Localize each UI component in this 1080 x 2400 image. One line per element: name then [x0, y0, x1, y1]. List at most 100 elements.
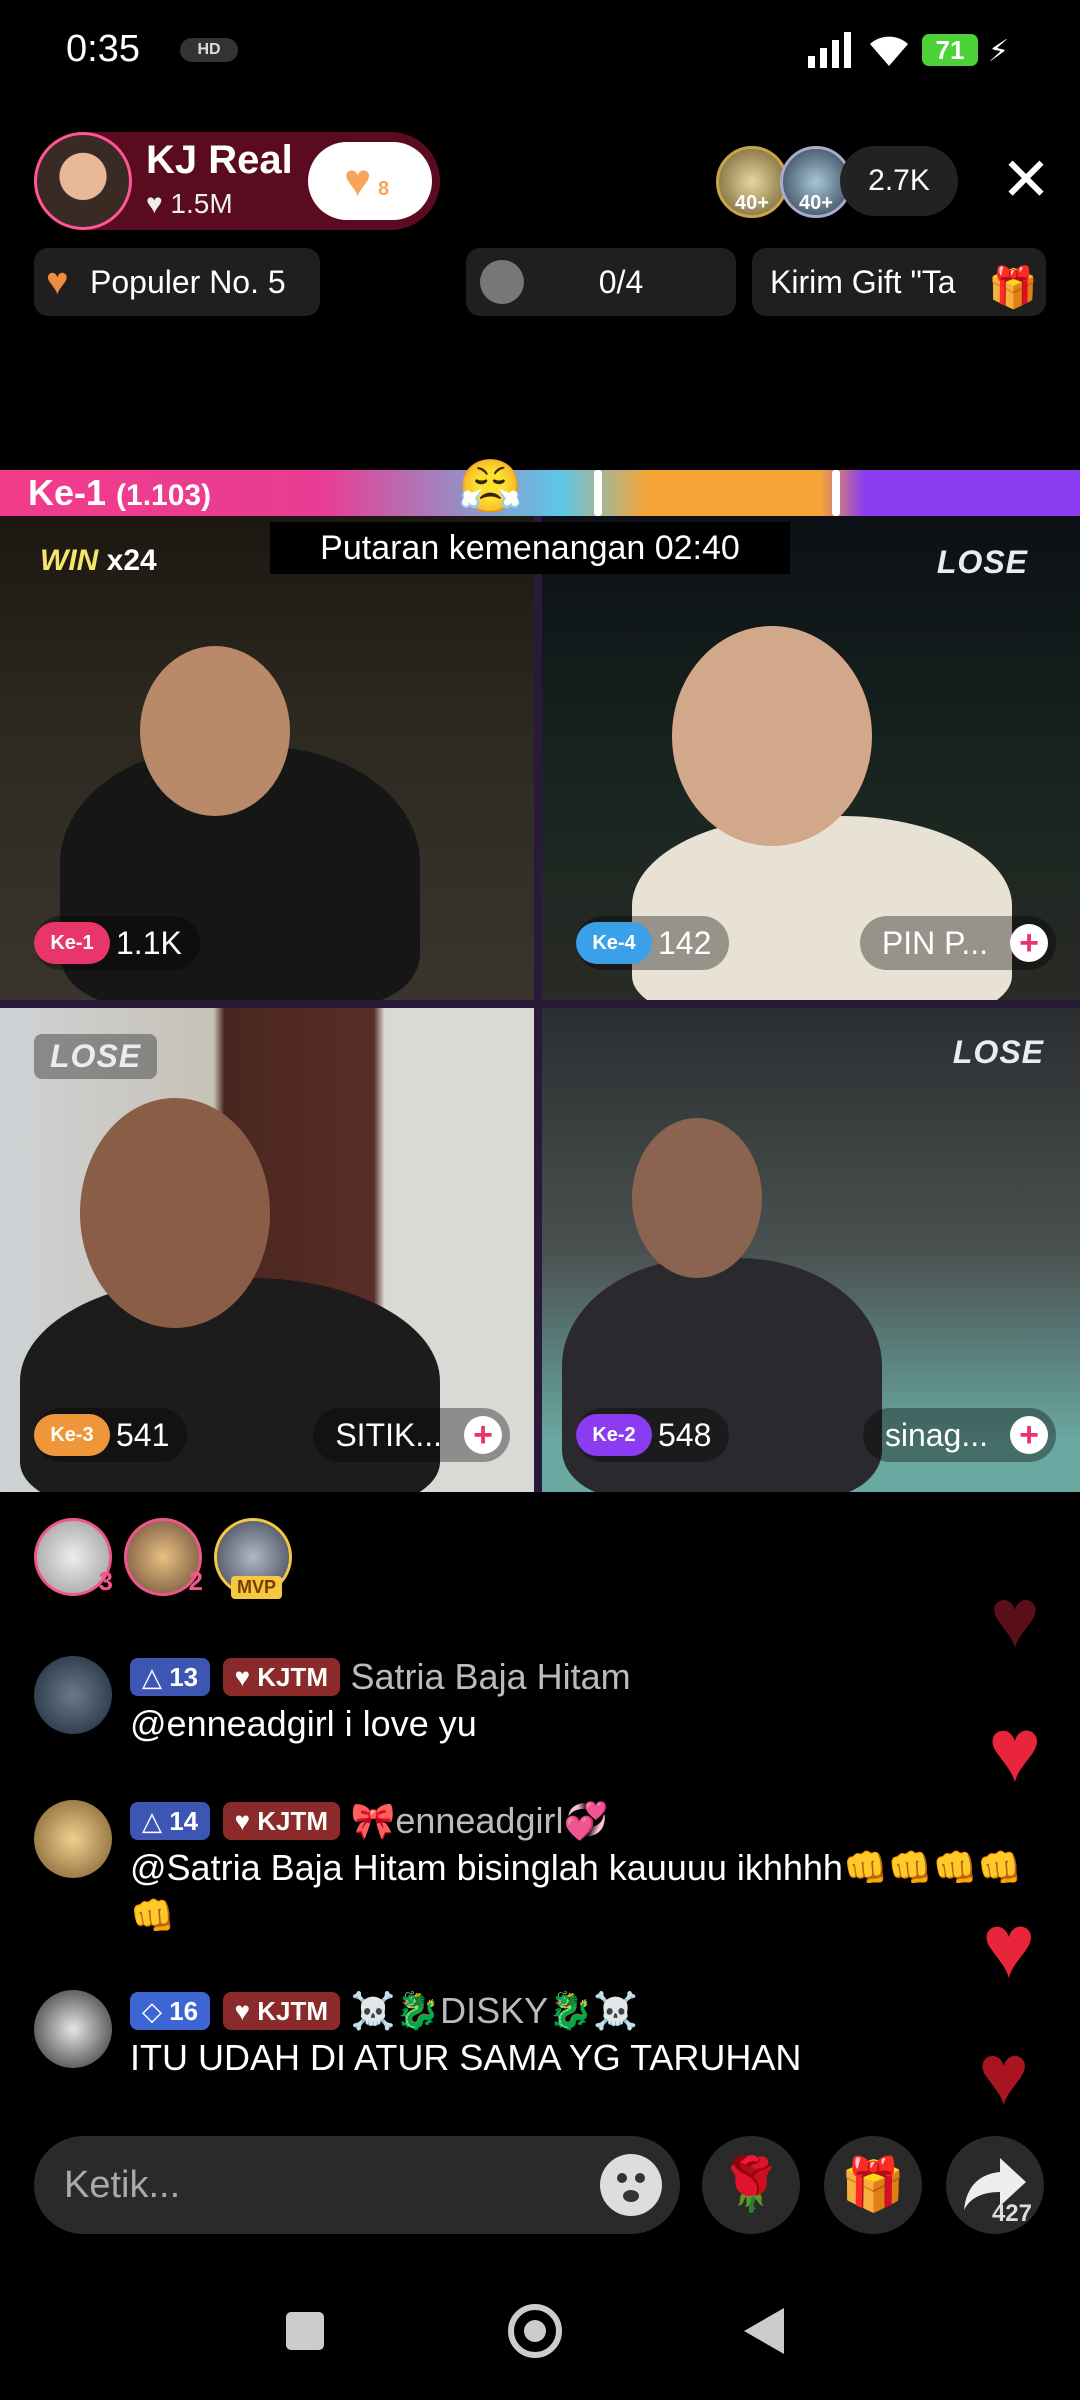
win-multiplier: x	[106, 544, 124, 577]
battle-score: (1.103)	[116, 479, 212, 512]
home-button[interactable]	[508, 2304, 562, 2358]
share-button[interactable]: 427	[946, 2136, 1044, 2234]
chat-meta: △ 14 ♥ KJTM 🎀enneadgirl💞	[130, 1800, 609, 1842]
level-badge: △ 14	[130, 1802, 211, 1840]
chat-username[interactable]: ☠️🐉DISKY🐉☠️	[351, 1990, 638, 2032]
video-tile-1[interactable]: WIN x24 Ke-1 1.1K	[0, 516, 534, 1000]
fan-badge: ♥ KJTM	[222, 1992, 341, 2030]
rose-icon[interactable]: 🌹	[702, 2136, 800, 2234]
score-marker	[594, 470, 602, 516]
chat-meta: ◇ 16 ♥ KJTM ☠️🐉DISKY🐉☠️	[130, 1990, 638, 2032]
comment-bar[interactable]	[34, 2136, 680, 2234]
floating-heart-icon: ♥	[982, 1897, 1036, 1997]
signal-icon	[808, 32, 851, 68]
level-badge: ◇ 16	[130, 1992, 211, 2030]
lose-badge: LOSE	[936, 544, 1028, 580]
streamer-name: PIN P...	[881, 925, 988, 961]
chat-avatar[interactable]	[34, 1990, 112, 2068]
charging-icon: ⚡	[988, 35, 1010, 68]
populer-rank-pill[interactable]: ♥ Populer No. 5	[34, 248, 320, 316]
chat-text: @enneadgirl i love yu	[130, 1703, 477, 1744]
mascot-icon: 😤	[458, 458, 523, 516]
win-label: WIN	[40, 544, 99, 577]
rank-badge: Ke-1	[34, 922, 110, 964]
streamer-face	[80, 1098, 270, 1328]
score-marker	[832, 470, 840, 516]
fan-badge: ♥ KJTM	[222, 1802, 341, 1840]
floating-heart-icon: ♥	[990, 1571, 1040, 1665]
emoji-face-graphic	[617, 2173, 645, 2202]
grid-divider	[0, 1000, 1080, 1008]
chat-text: @Satria Baja Hitam bisinglah kauuuu ikhh…	[130, 1847, 1023, 1936]
battery-indicator: 71	[922, 34, 978, 66]
battle-grid: WIN x24 Ke-1 1.1K LOSE Ke-4 142 PIN P...…	[0, 516, 1080, 1492]
viewer-avatar[interactable]: 40+	[716, 146, 788, 218]
chat-meta: △ 13 ♥ KJTM Satria Baja Hitam	[130, 1656, 631, 1698]
hd-badge: HD	[180, 38, 238, 62]
video-tile-3[interactable]: LOSE Ke-3 541 SITIK... +	[0, 1008, 534, 1492]
viewer-count[interactable]: 2.7K	[840, 146, 958, 216]
chat-username[interactable]: 🎀enneadgirl💞	[351, 1800, 609, 1842]
win-count: 24	[123, 544, 157, 577]
fan-label: KJTM	[257, 1996, 329, 2026]
video-tile-2[interactable]: LOSE Ke-4 142 PIN P... +	[542, 516, 1080, 1000]
system-nav-bar	[0, 2290, 1080, 2370]
heart-icon: ♥	[46, 261, 69, 303]
mvp-badge: MVP	[231, 1576, 283, 1599]
chat-avatar[interactable]	[34, 1800, 112, 1878]
streamer-name-pill[interactable]: PIN P... +	[859, 916, 1056, 970]
battle-score-bar: Ke-1 (1.103) 😤	[0, 458, 1080, 516]
close-icon[interactable]: ✕	[996, 150, 1056, 210]
gift-icon[interactable]: 🎁	[824, 2136, 922, 2234]
fan-club-count: 8	[378, 178, 390, 200]
streamer-figure	[632, 816, 1012, 1000]
score-value: 548	[658, 1417, 712, 1453]
score-value: 142	[658, 925, 712, 961]
send-gift-banner[interactable]: Kirim Gift "Ta 🎁	[752, 248, 1046, 316]
floating-heart-icon: ♥	[988, 1701, 1042, 1801]
streamer-face	[632, 1118, 762, 1278]
level-value: 14	[169, 1806, 199, 1836]
streamer-name-pill[interactable]: sinag... +	[862, 1408, 1056, 1462]
level-value: 13	[169, 1662, 199, 1692]
follow-plus-icon[interactable]: +	[1010, 1416, 1048, 1454]
share-count: 427	[991, 2200, 1032, 2227]
lose-badge: LOSE	[952, 1034, 1044, 1070]
status-time: 0:35	[66, 28, 140, 70]
video-tile-4[interactable]: LOSE Ke-2 548 sinag... +	[542, 1008, 1080, 1492]
score-pill: Ke-2 548	[576, 1408, 730, 1462]
score-value: 541	[116, 1417, 170, 1453]
floating-heart-icon: ♥	[978, 2027, 1030, 2123]
recent-apps-button[interactable]	[286, 2312, 324, 2350]
top-gifter-avatar[interactable]: 3	[34, 1518, 113, 1596]
chat-username[interactable]: Satria Baja Hitam	[351, 1656, 631, 1698]
chat-avatar[interactable]	[34, 1656, 112, 1734]
rank-badge: Ke-2	[576, 1414, 652, 1456]
emoji-icon[interactable]	[600, 2154, 662, 2216]
fan-label: KJTM	[257, 1662, 329, 1692]
task-icon	[480, 260, 524, 304]
top-gifter-avatar[interactable]: 2	[124, 1518, 203, 1596]
host-avatar[interactable]	[34, 132, 132, 230]
back-button[interactable]	[742, 2308, 786, 2354]
follow-plus-icon[interactable]: +	[1010, 924, 1048, 962]
fan-club-button[interactable]: ♥ 8	[308, 142, 432, 220]
streamer-name-pill[interactable]: SITIK... +	[313, 1408, 510, 1462]
top-gifter-avatar[interactable]: MVP	[214, 1518, 292, 1599]
score-pill: Ke-3 541	[34, 1408, 188, 1462]
streamer-face	[672, 626, 872, 846]
send-gift-label: Kirim Gift "Ta	[770, 264, 956, 300]
win-streak-badge: WIN x24	[40, 544, 157, 578]
score-pill: Ke-1 1.1K	[34, 916, 200, 970]
host-name: KJ Real	[146, 138, 293, 182]
streamer-face	[140, 646, 290, 816]
level-value: 16	[169, 1996, 199, 2026]
follow-plus-icon[interactable]: +	[464, 1416, 502, 1454]
score-pill: Ke-4 142	[576, 916, 730, 970]
populer-rank-label: Populer No. 5	[90, 264, 286, 300]
comment-input[interactable]	[64, 2156, 584, 2214]
host-profile-pill[interactable]: KJ Real ♥ 1.5M ♥ 8	[34, 132, 440, 230]
chat-text: ITU UDAH DI ATUR SAMA YG TARUHAN	[130, 2037, 802, 2078]
task-progress-pill[interactable]: 0/4	[466, 248, 736, 316]
lose-badge: LOSE	[34, 1034, 158, 1079]
